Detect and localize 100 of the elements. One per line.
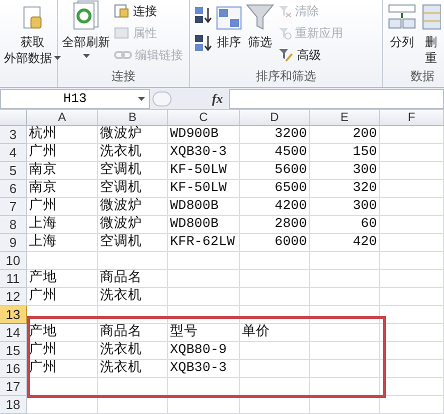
empty-cell[interactable] (98, 306, 168, 324)
row-header[interactable]: 5 (0, 162, 27, 180)
row-header[interactable]: 16 (0, 360, 27, 378)
table-cell: 空调机 (100, 180, 142, 197)
empty-cell[interactable] (240, 342, 310, 360)
ribbon-button[interactable]: 筛选 (246, 0, 274, 50)
group-label: 连接 (110, 69, 136, 85)
empty-cell[interactable] (380, 252, 444, 270)
empty-cell[interactable] (380, 162, 444, 180)
empty-cell[interactable] (168, 288, 240, 306)
empty-cell[interactable] (380, 216, 444, 234)
row-header[interactable]: 9 (0, 234, 27, 252)
ribbon-button[interactable]: 获取 外部数据 (4, 0, 61, 66)
empty-cell[interactable] (380, 288, 444, 306)
funnel-icon (246, 4, 274, 30)
empty-cell[interactable] (240, 360, 310, 378)
row-header[interactable]: 12 (0, 288, 27, 306)
empty-cell[interactable] (380, 198, 444, 216)
sort-descending-button[interactable] (194, 34, 212, 52)
column-header[interactable]: C (168, 110, 240, 125)
empty-cell[interactable] (380, 342, 444, 360)
column-header[interactable]: F (380, 110, 444, 125)
table-cell: 上海 (29, 216, 57, 233)
table-cell: 商品名 (100, 270, 142, 287)
table-cell: 300 (352, 162, 377, 179)
empty-cell[interactable] (168, 252, 240, 270)
empty-cell[interactable] (98, 252, 168, 270)
empty-cell[interactable] (98, 396, 168, 414)
ribbon-button[interactable]: 排序 (216, 0, 242, 50)
ribbon-button[interactable]: 高级 (278, 47, 343, 63)
empty-cell[interactable] (168, 306, 240, 324)
table-cell: XQB30-3 (170, 360, 227, 377)
row-header[interactable]: 8 (0, 216, 27, 234)
formula-input[interactable] (228, 88, 444, 108)
table-cell: 商品名 (100, 324, 142, 341)
row-header[interactable]: 13 (0, 306, 27, 324)
table-cell: 4200 (274, 198, 307, 215)
empty-cell[interactable] (310, 306, 380, 324)
empty-cell[interactable] (168, 270, 240, 288)
name-box[interactable]: H13 (0, 88, 150, 108)
column-header[interactable]: A (27, 110, 98, 125)
table-cell: 空调机 (100, 162, 142, 179)
empty-cell[interactable] (240, 396, 310, 414)
empty-cell[interactable] (380, 126, 444, 144)
table-cell: 南京 (29, 162, 57, 179)
empty-cell[interactable] (240, 252, 310, 270)
table-cell: 上海 (29, 234, 57, 251)
table-cell: 空调机 (100, 234, 142, 251)
splitter-icon[interactable] (152, 90, 172, 108)
function-button[interactable]: fx (212, 88, 223, 108)
empty-cell[interactable] (380, 270, 444, 288)
ribbon-button[interactable]: 删 重 (421, 0, 441, 66)
row-header[interactable]: 10 (0, 252, 27, 270)
ribbon-button[interactable]: 全部刷新 (62, 0, 110, 58)
empty-cell[interactable] (380, 324, 444, 342)
empty-cell[interactable] (380, 360, 444, 378)
table-cell: XQB30-3 (170, 144, 227, 161)
row-header[interactable]: 6 (0, 180, 27, 198)
table-cell: 洗衣机 (100, 288, 142, 305)
row-header[interactable]: 17 (0, 378, 27, 396)
ribbon-button[interactable]: 连接 (114, 3, 183, 19)
table-cell: KF-50LW (170, 180, 227, 197)
table-cell: 单价 (242, 324, 270, 341)
table-cell: 5600 (274, 162, 307, 179)
row-header[interactable]: 7 (0, 198, 27, 216)
empty-cell[interactable] (240, 270, 310, 288)
empty-cell[interactable] (380, 396, 444, 414)
empty-cell[interactable] (240, 288, 310, 306)
empty-cell[interactable] (310, 270, 380, 288)
empty-cell[interactable] (310, 396, 380, 414)
table-icon (421, 4, 441, 30)
row-header[interactable]: 4 (0, 144, 27, 162)
row-header[interactable]: 15 (0, 342, 27, 360)
table-cell: 320 (352, 180, 377, 197)
row-header[interactable]: 14 (0, 324, 27, 342)
empty-cell[interactable] (240, 306, 310, 324)
empty-cell[interactable] (380, 180, 444, 198)
empty-cell[interactable] (380, 306, 444, 324)
sort-ascending-button[interactable] (194, 6, 212, 24)
table-cell: 200 (352, 126, 377, 143)
empty-cell[interactable] (380, 234, 444, 252)
table-cell: 杭州 (29, 126, 57, 143)
group-label: 数据 (410, 69, 436, 85)
row-header[interactable]: 11 (0, 270, 27, 288)
empty-cell[interactable] (380, 144, 444, 162)
ribbon-button[interactable]: 分列 (387, 0, 417, 50)
column-header[interactable]: E (310, 110, 380, 125)
empty-cell[interactable] (310, 252, 380, 270)
empty-cell[interactable] (310, 360, 380, 378)
row-header[interactable]: 18 (0, 396, 27, 414)
row-header[interactable]: 3 (0, 126, 27, 144)
empty-cell[interactable] (168, 396, 240, 414)
table-cell: 4500 (274, 144, 307, 161)
column-header[interactable]: B (98, 110, 168, 125)
empty-cell[interactable] (310, 288, 380, 306)
table-cell: 产地 (29, 270, 57, 287)
empty-cell[interactable] (310, 342, 380, 360)
empty-cell[interactable] (310, 324, 380, 342)
properties-icon (114, 26, 130, 40)
column-header[interactable]: D (240, 110, 310, 125)
